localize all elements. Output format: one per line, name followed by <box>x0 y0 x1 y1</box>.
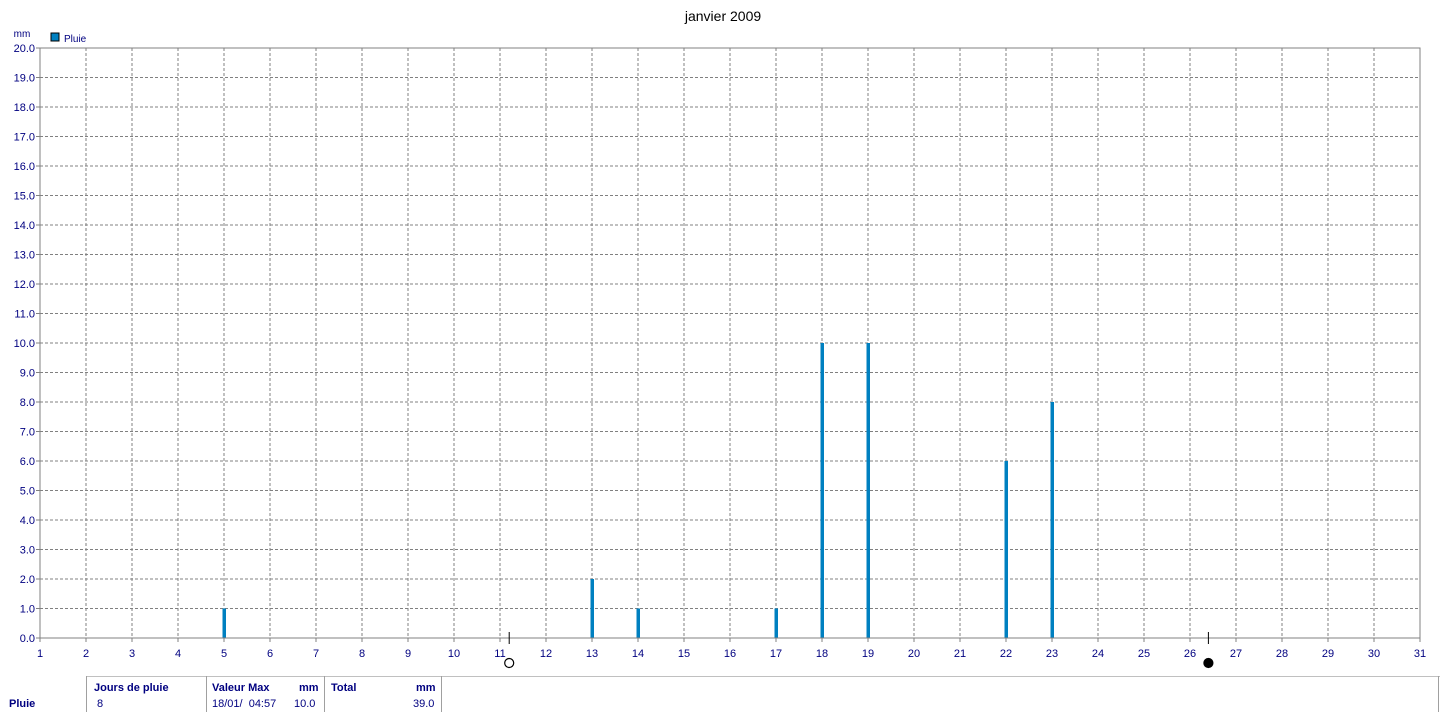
jours-de-pluie-value: 8 <box>97 698 104 710</box>
y-tick-label: 8.0 <box>20 397 35 409</box>
x-tick-label: 22 <box>1000 648 1012 660</box>
x-tick-label: 6 <box>267 648 273 660</box>
footer-separator <box>324 676 325 712</box>
y-tick-label: 14.0 <box>14 220 35 232</box>
x-tick-label: 15 <box>678 648 690 660</box>
x-tick-label: 2 <box>83 648 89 660</box>
grid <box>40 48 1420 638</box>
y-tick-label: 19.0 <box>14 73 35 85</box>
x-tick-label: 24 <box>1092 648 1104 660</box>
x-tick-label: 7 <box>313 648 319 660</box>
footer-separator <box>441 676 442 712</box>
y-tick-label: 10.0 <box>14 338 35 350</box>
y-tick-label: 4.0 <box>20 515 35 527</box>
rain-bar <box>222 608 226 638</box>
x-tick-label: 30 <box>1368 648 1380 660</box>
x-tick-label: 23 <box>1046 648 1058 660</box>
y-tick-label: 9.0 <box>20 368 35 380</box>
rain-bar <box>1004 461 1008 638</box>
x-tick-label: 11 <box>494 648 505 660</box>
rain-bar <box>590 579 594 638</box>
footer-row-label: Pluie <box>9 698 36 710</box>
y-tick-label: 15.0 <box>14 191 35 203</box>
valeur-max-date: 18/01/ 04:57 <box>212 698 277 710</box>
x-tick-label: 27 <box>1230 648 1242 660</box>
y-tick-label: 11.0 <box>14 309 35 321</box>
y-tick-label: 5.0 <box>20 486 35 498</box>
full-moon-icon <box>1203 657 1214 669</box>
rain-bar <box>820 343 824 638</box>
valeur-max-unit: mm <box>299 682 319 694</box>
valeur-max-header: Valeur Max <box>212 682 270 694</box>
total-value: 39.0 <box>413 698 435 710</box>
legend-swatch <box>50 32 60 42</box>
y-tick-label: 7.0 <box>20 427 35 439</box>
y-tick-label: 17.0 <box>14 132 35 144</box>
valeur-max-value: 10.0 <box>294 698 316 710</box>
x-tick-label: 3 <box>129 648 135 660</box>
x-tick-label: 4 <box>175 648 181 660</box>
x-tick-label: 8 <box>359 648 365 660</box>
y-tick-label: 18.0 <box>14 102 35 114</box>
x-tick-label: 20 <box>908 648 920 660</box>
y-tick-label: 12.0 <box>14 279 35 291</box>
rain-chart: janvier 2009 mm Pluie 0.0 1.0 2.0 3.0 4.0 5.0… <box>14 8 1426 669</box>
y-ticks: 0.0 1.0 2.0 3.0 4.0 5.0 6.0 7.0 8.0 9.0 10.0 11.0 12… <box>14 43 40 645</box>
footer-separator <box>206 676 207 712</box>
y-tick-label: 6.0 <box>20 456 35 468</box>
x-tick-label: 5 <box>221 648 227 660</box>
x-tick-label: 1 <box>37 648 43 660</box>
chart-title: janvier 2009 <box>684 8 761 24</box>
footer-divider <box>86 676 1440 677</box>
new-moon-icon <box>504 657 515 669</box>
x-tick-label: 25 <box>1138 648 1150 660</box>
rain-bar <box>1050 402 1054 638</box>
moon-markers <box>504 632 1214 669</box>
x-tick-label: 26 <box>1184 648 1196 660</box>
x-tick-label: 16 <box>724 648 736 660</box>
y-tick-label: 13.0 <box>14 250 35 262</box>
y-tick-label: 1.0 <box>20 604 35 616</box>
legend-label: Pluie <box>64 34 87 45</box>
x-ticks: 1 2 3 4 5 6 7 8 9 10 11 12 13 14 15 16 17 18 19 20 21 22 23 24 2… <box>37 638 1426 660</box>
x-tick-label: 10 <box>448 648 460 660</box>
x-tick-label: 9 <box>405 648 411 660</box>
y-axis-unit: mm <box>14 29 31 40</box>
y-tick-label: 0.0 <box>20 633 35 645</box>
rain-bar <box>774 608 778 638</box>
total-unit: mm <box>416 682 436 694</box>
rain-bar <box>636 608 640 638</box>
x-tick-label: 29 <box>1322 648 1334 660</box>
footer-separator <box>1438 676 1439 712</box>
total-header: Total <box>331 682 357 694</box>
y-tick-label: 3.0 <box>20 545 35 557</box>
x-tick-label: 12 <box>540 648 552 660</box>
y-tick-label: 2.0 <box>20 574 35 586</box>
x-tick-label: 28 <box>1276 648 1288 660</box>
jours-de-pluie-header: Jours de pluie <box>94 682 169 694</box>
rain-bar <box>866 343 870 638</box>
x-tick-label: 14 <box>632 648 644 660</box>
x-tick-label: 18 <box>816 648 828 660</box>
x-tick-label: 17 <box>770 648 782 660</box>
x-tick-label: 31 <box>1414 648 1426 660</box>
footer-separator <box>86 676 87 712</box>
y-tick-label: 16.0 <box>14 161 35 173</box>
x-tick-label: 21 <box>954 648 966 660</box>
x-tick-label: 19 <box>862 648 874 660</box>
x-tick-label: 13 <box>586 648 598 660</box>
y-tick-label: 20.0 <box>14 43 35 55</box>
